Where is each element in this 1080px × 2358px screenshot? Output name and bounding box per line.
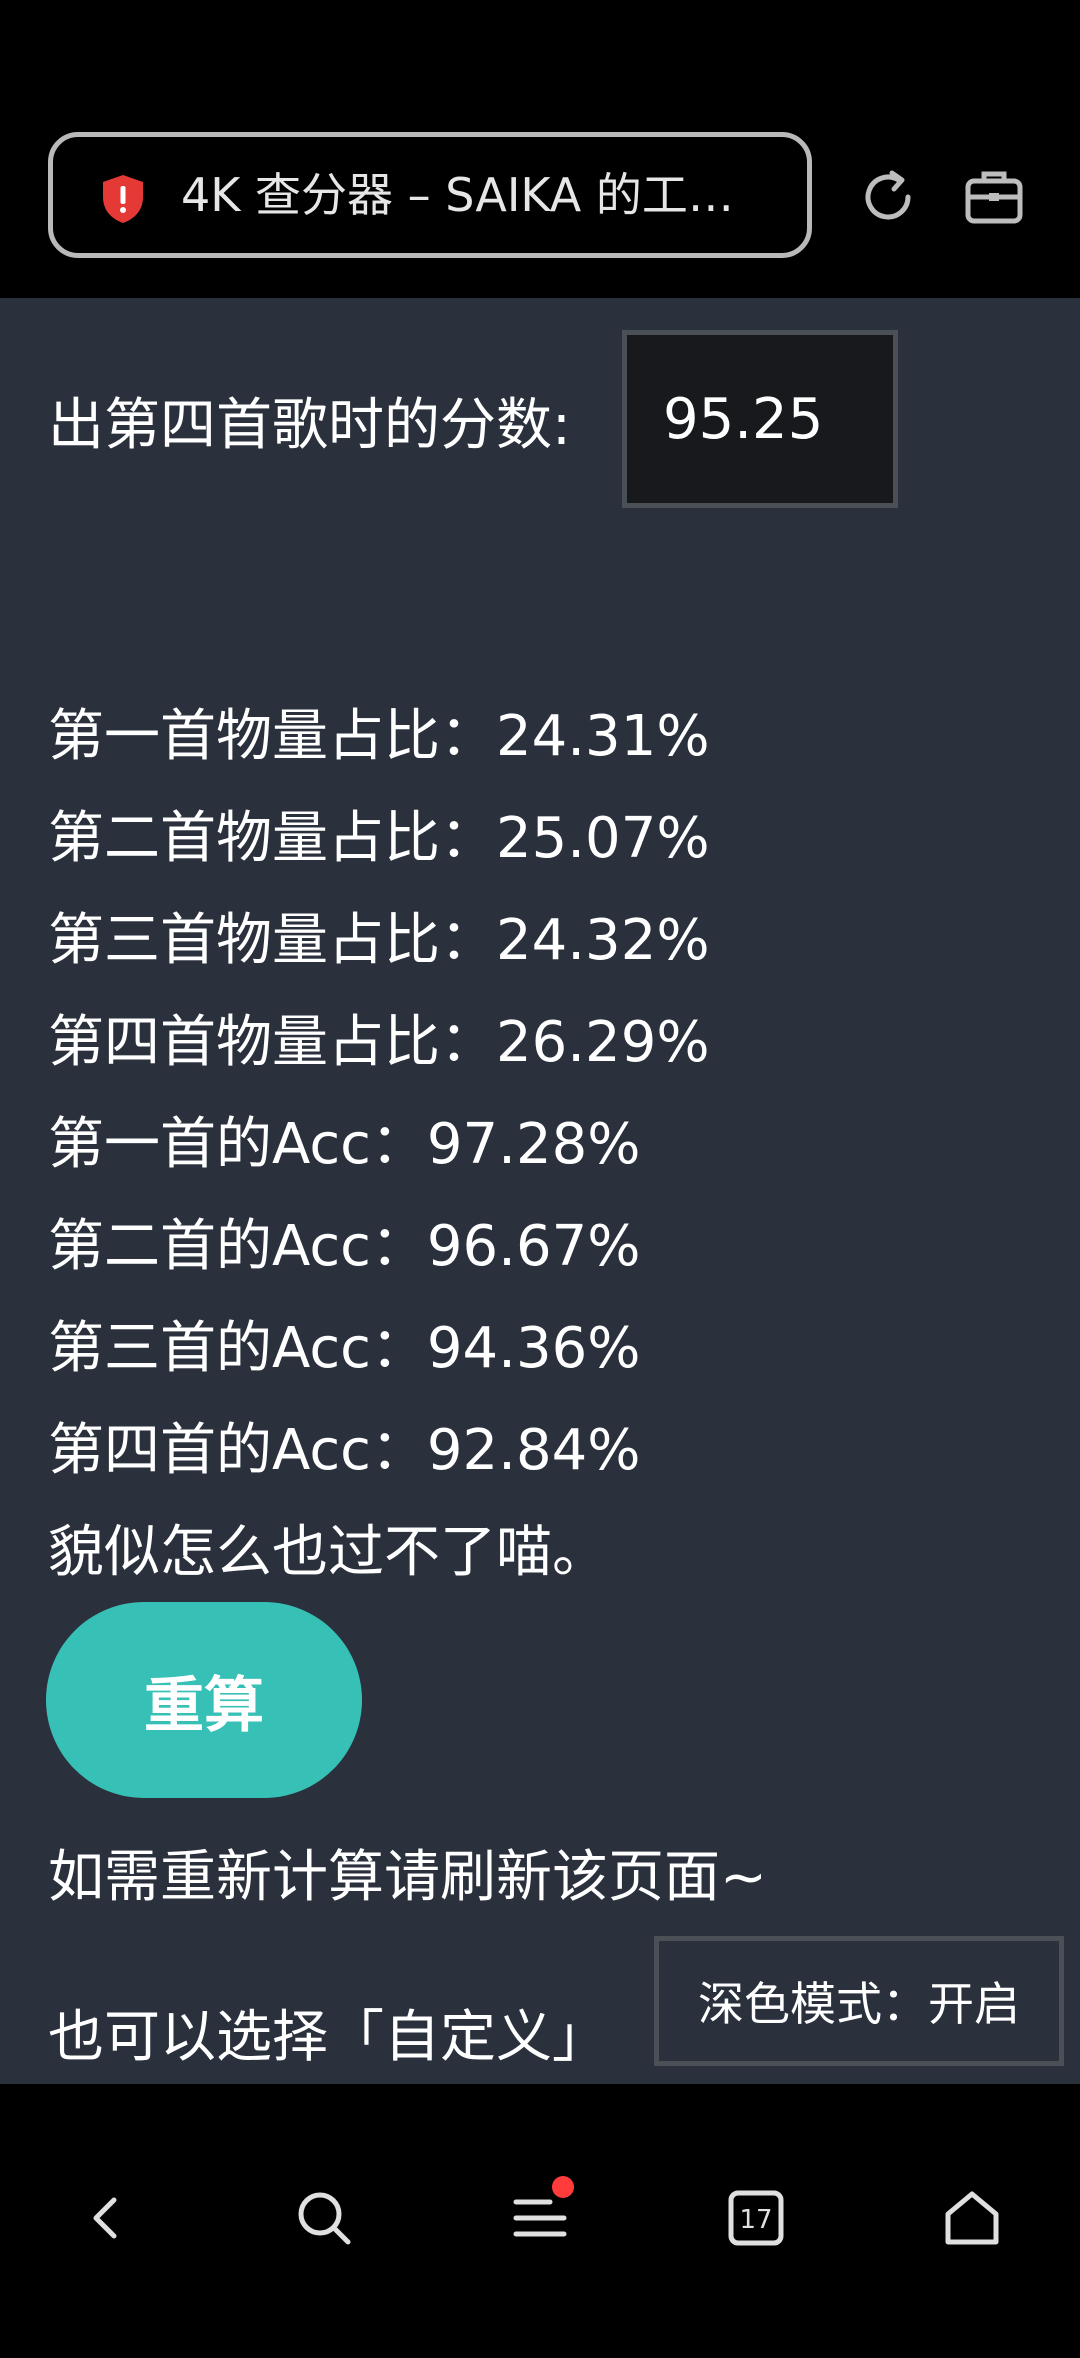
acc-3: 第三首的Acc：94.36% [48,1316,641,1381]
note-ratio-3: 第三首物量占比：24.32% [48,908,710,973]
search-icon [298,2192,351,2245]
results-list: 第一首物量占比：24.31% 第二首物量占比：25.07% 第三首物量占比：24… [48,686,710,1604]
custom-hint: 也可以选择「自定义」 [48,2005,608,2070]
refresh-hint: 如需重新计算请刷新该页面~ [48,1845,767,1910]
acc-4: 第四首的Acc：92.84% [48,1418,641,1483]
bottom-nav-bar: 17 [0,2084,1080,2358]
browser-top-bar: 4K 查分器 – SAIKA 的工… [0,0,1080,298]
dark-mode-value: 开启 [928,1977,1020,2031]
page-title: 4K 查分器 – SAIKA 的工… [181,168,734,222]
page-content: 出第四首歌时的分数: 第一首物量占比：24.31% 第二首物量占比：25.07%… [0,298,1080,2084]
dark-mode-label: 深色模式： [698,1977,928,2031]
dark-mode-toggle[interactable]: 深色模式： 开启 [654,1936,1064,2066]
toolbox-icon[interactable] [962,165,1026,229]
home-icon [945,2191,999,2245]
result-message: 貌似怎么也过不了喵。 [48,1520,608,1585]
note-ratio-4: 第四首物量占比：26.29% [48,1010,710,1075]
tabs-button[interactable]: 17 [716,2178,796,2258]
home-button[interactable] [932,2178,1012,2258]
tabs-count: 17 [739,2205,772,2235]
search-button[interactable] [284,2178,364,2258]
note-ratio-2: 第二首物量占比：25.07% [48,806,710,871]
refresh-icon[interactable] [856,165,920,229]
security-warning-icon [103,175,143,223]
acc-1: 第一首的Acc：97.28% [48,1112,641,1177]
tabs-icon: 17 [728,2190,784,2246]
address-bar[interactable]: 4K 查分器 – SAIKA 的工… [48,132,812,258]
back-icon [93,2197,117,2239]
menu-button[interactable] [500,2176,580,2258]
acc-2: 第二首的Acc：96.67% [48,1214,641,1279]
recalculate-button[interactable]: 重算 [46,1602,362,1798]
score-input[interactable] [622,330,898,508]
note-ratio-1: 第一首物量占比：24.31% [48,704,710,769]
notification-dot [552,2176,574,2198]
score-label: 出第四首歌时的分数: [48,393,571,458]
back-button[interactable] [66,2178,146,2258]
